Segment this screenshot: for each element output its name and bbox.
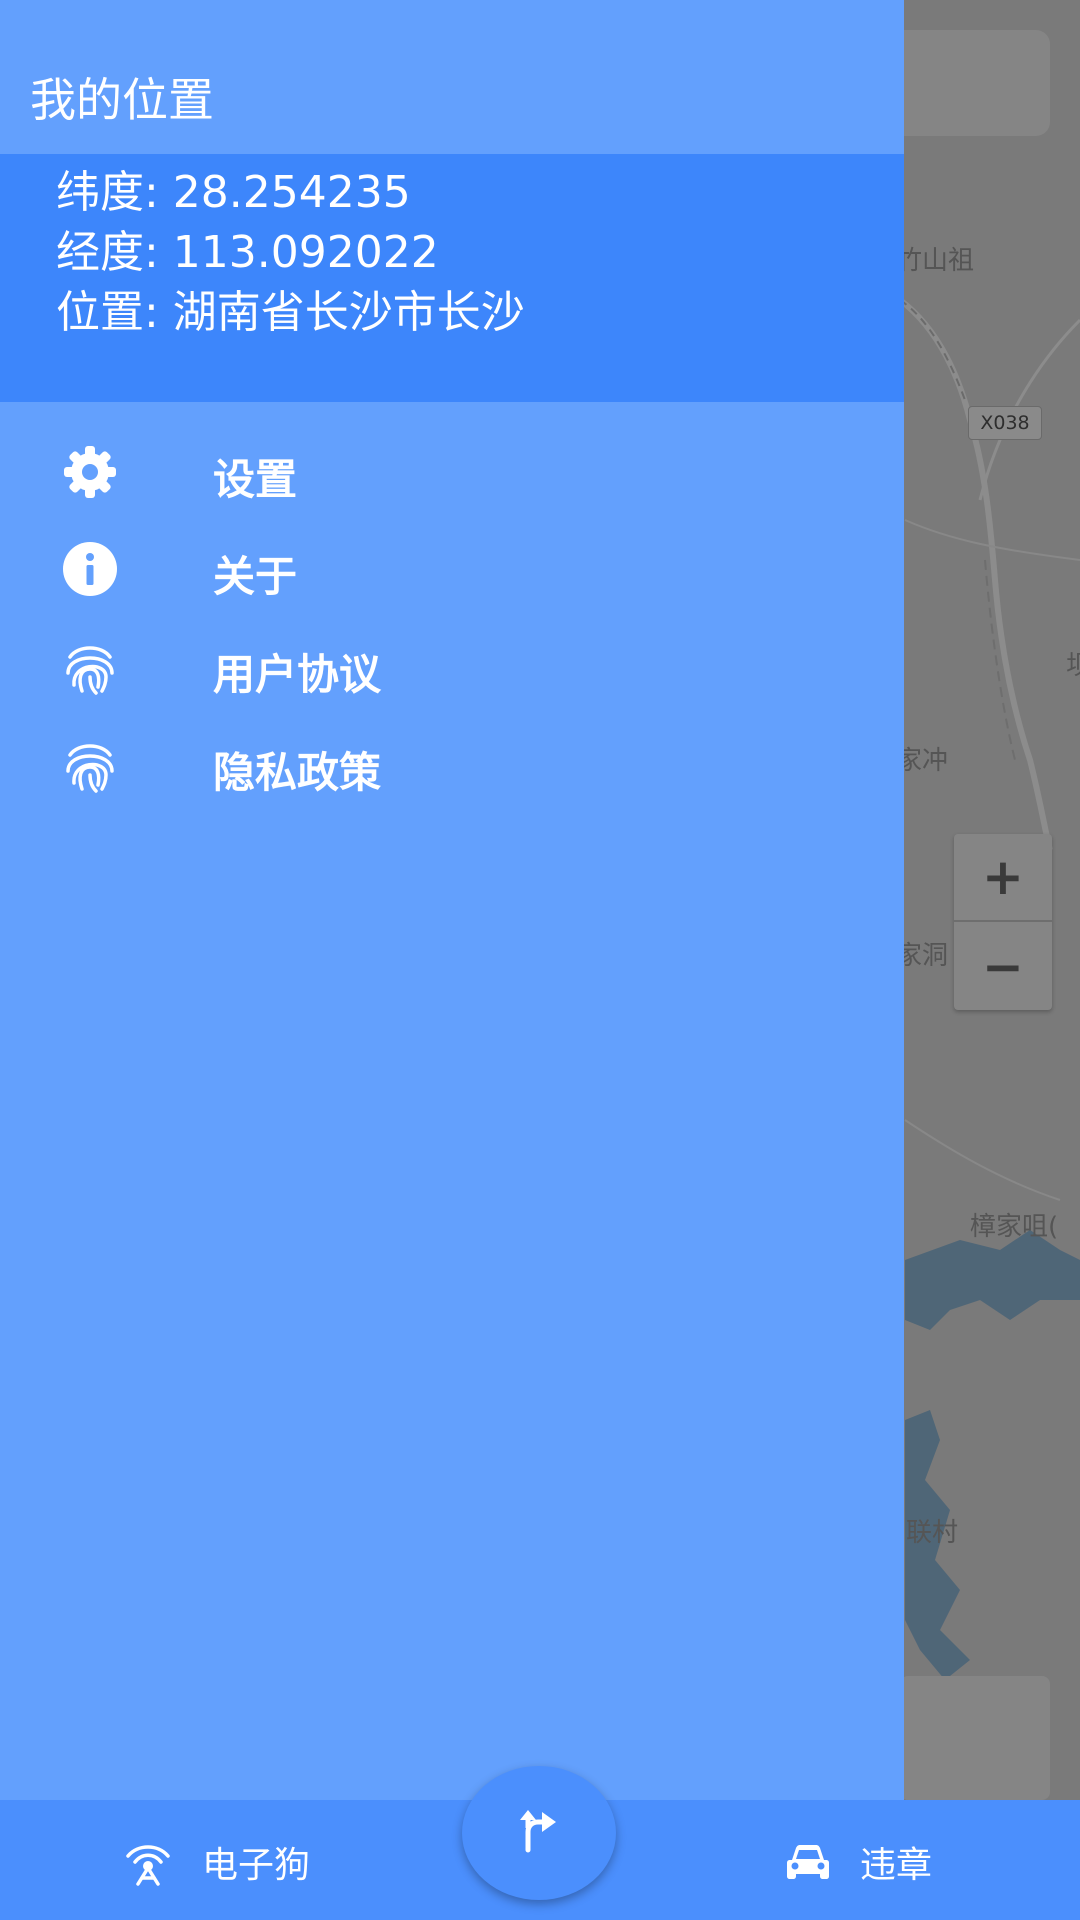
gear-icon [64,446,116,498]
info-icon [63,542,117,596]
nav-item-violation[interactable]: 违章 [780,1800,980,1920]
nav-item-electronic-dog[interactable]: 电子狗 [110,1800,350,1920]
location-info-panel: 纬度: 28.254235 经度: 113.092022 位置: 湖南省长沙市长… [0,154,904,402]
car-icon [787,1845,829,1879]
map-bottom-card[interactable] [900,1676,1050,1800]
drawer-title: 我的位置 [30,73,214,127]
zoom-in-button[interactable]: + [954,834,1052,922]
zoom-out-button[interactable]: − [954,924,1052,1010]
nav-label-electronic-dog: 电子狗 [202,1845,311,1886]
menu-item-privacy-policy[interactable]: 隐私政策 [0,717,904,813]
fingerprint-icon [66,744,114,793]
menu-label-user-agreement: 用户协议 [213,650,382,699]
route-fab-button[interactable] [462,1766,616,1900]
map-place-label: 联村 [906,1518,959,1548]
menu-item-settings[interactable]: 设置 [0,424,904,520]
map-place-label: 竹山祖 [896,246,975,276]
navigation-drawer: 我的位置 纬度: 28.254235 经度: 113.092022 位置: 湖南… [0,0,904,1800]
menu-item-user-agreement[interactable]: 用户协议 [0,619,904,715]
turn-right-icon [520,1810,556,1853]
longitude-text: 经度: 113.092022 [56,227,439,278]
address-text: 位置: 湖南省长沙市长沙 [56,287,525,338]
zoom-controls: + − [954,834,1052,1010]
fingerprint-icon [66,646,114,695]
map-place-label: 坝 [1066,651,1080,681]
road-number-tag: X038 [968,406,1042,440]
menu-label-about: 关于 [213,552,298,601]
map-place-label: 樟家咀( [970,1212,1059,1242]
menu-label-privacy-policy: 隐私政策 [213,748,382,797]
menu-label-settings: 设置 [213,455,298,504]
nav-label-violation: 违章 [860,1845,933,1886]
latitude-text: 纬度: 28.254235 [56,167,411,218]
radar-antenna-icon [126,1845,170,1886]
menu-item-about[interactable]: 关于 [0,521,904,617]
